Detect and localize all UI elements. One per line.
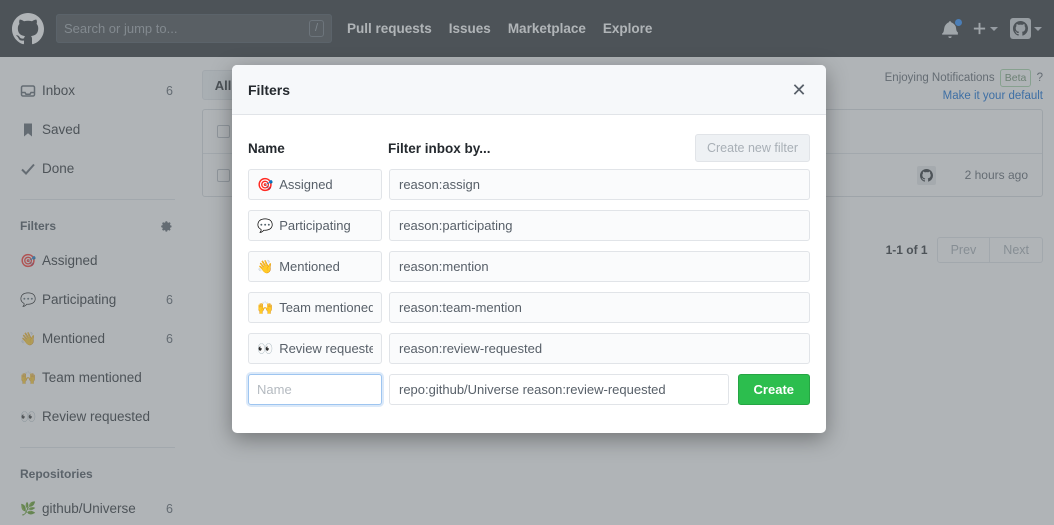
- dialog-header: Filters ✕: [232, 65, 826, 115]
- create-button[interactable]: Create: [738, 374, 810, 405]
- dialog-title: Filters: [248, 82, 788, 98]
- filter-query-input[interactable]: reason:assign: [389, 169, 810, 200]
- filter-name-input[interactable]: 💬 Participating: [248, 210, 382, 241]
- filter-row-assigned: 🎯 Assigned reason:assign: [248, 169, 810, 200]
- filter-name-value: Assigned: [279, 177, 332, 192]
- filter-row-review-requested: 👀 Review requeste reason:review-requeste…: [248, 333, 810, 364]
- new-filter-query-input[interactable]: repo:github/Universe reason:review-reque…: [389, 374, 729, 405]
- dart-emoji-icon: 🎯: [257, 177, 273, 193]
- filter-query-input[interactable]: reason:mention: [389, 251, 810, 282]
- new-filter-name-input[interactable]: Name: [248, 374, 382, 405]
- filter-name-value: Review requeste: [279, 341, 373, 356]
- filter-row-mentioned: 👋 Mentioned reason:mention: [248, 251, 810, 282]
- column-headers: Name Filter inbox by... Create new filte…: [248, 127, 810, 169]
- filter-name-input[interactable]: 🎯 Assigned: [248, 169, 382, 200]
- filter-name-input[interactable]: 👀 Review requeste: [248, 333, 382, 364]
- filter-row-participating: 💬 Participating reason:participating: [248, 210, 810, 241]
- create-new-filter-button[interactable]: Create new filter: [695, 134, 810, 162]
- new-filter-name-placeholder: Name: [257, 382, 292, 397]
- filter-name-value: Mentioned: [279, 259, 340, 274]
- raised-hands-emoji-icon: 🙌: [257, 300, 273, 316]
- filter-name-value: Team mentioned: [279, 300, 373, 315]
- close-icon[interactable]: ✕: [788, 79, 810, 101]
- filter-name-input[interactable]: 👋 Mentioned: [248, 251, 382, 282]
- dialog-body: Name Filter inbox by... Create new filte…: [232, 115, 826, 433]
- filter-query-input[interactable]: reason:team-mention: [389, 292, 810, 323]
- column-header-name: Name: [248, 141, 388, 156]
- eyes-emoji-icon: 👀: [257, 341, 273, 357]
- filter-name-value: Participating: [279, 218, 351, 233]
- filters-dialog: Filters ✕ Name Filter inbox by... Create…: [232, 65, 826, 433]
- filter-query-input[interactable]: reason:review-requested: [389, 333, 810, 364]
- new-filter-row: Name repo:github/Universe reason:review-…: [248, 374, 810, 405]
- wave-hand-emoji-icon: 👋: [257, 259, 273, 275]
- column-header-query: Filter inbox by...: [388, 141, 695, 156]
- app-root: Search or jump to... / Pull requests Iss…: [0, 0, 1054, 525]
- filter-row-team-mentioned: 🙌 Team mentioned reason:team-mention: [248, 292, 810, 323]
- filter-name-input[interactable]: 🙌 Team mentioned: [248, 292, 382, 323]
- filter-query-input[interactable]: reason:participating: [389, 210, 810, 241]
- speech-balloon-emoji-icon: 💬: [257, 218, 273, 234]
